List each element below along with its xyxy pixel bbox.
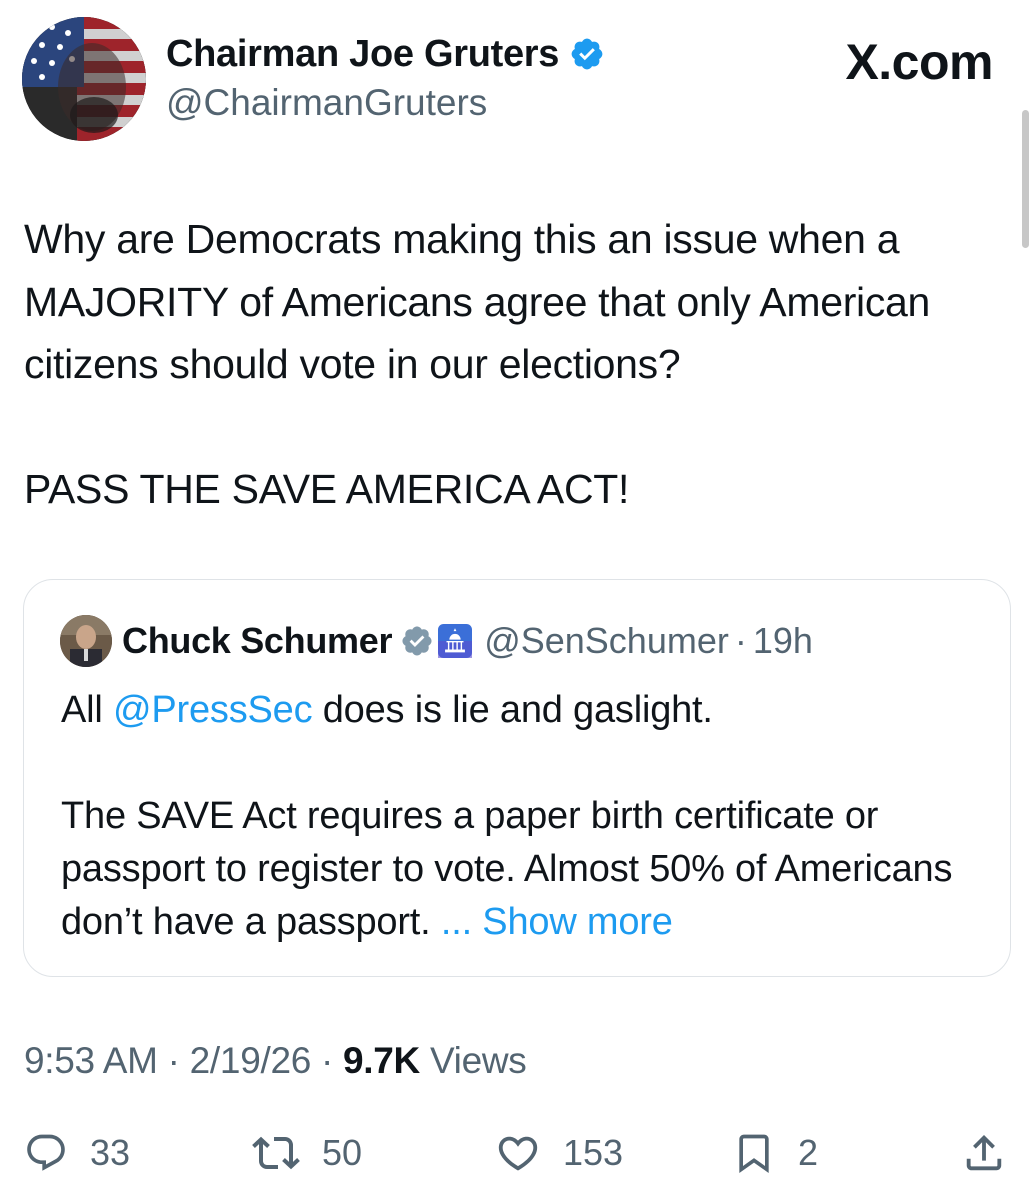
like-count: 153: [563, 1132, 624, 1173]
author-handle[interactable]: @ChairmanGruters: [166, 82, 487, 124]
author-name[interactable]: Chairman Joe Gruters: [166, 33, 559, 76]
quote-text: All @PressSec does is lie and gaslight. …: [61, 684, 991, 949]
quote-author-avatar[interactable]: [60, 615, 112, 667]
author-name-row[interactable]: Chairman Joe Gruters: [166, 30, 605, 78]
quote-avatar-image: [60, 615, 112, 667]
bookmark-button[interactable]: 2: [732, 1128, 818, 1178]
quote-author-handle[interactable]: @SenSchumer: [484, 620, 729, 662]
views-label: Views: [429, 1040, 527, 1081]
heart-icon: [498, 1136, 538, 1171]
quote-text-suffix: does is lie and gaslight.: [312, 689, 713, 731]
quote-tweet-card[interactable]: Chuck Schumer @SenSchumer · 19h All @Pre…: [23, 579, 1011, 977]
tweet-time[interactable]: 9:53 AM: [24, 1040, 158, 1081]
like-button[interactable]: 153: [495, 1128, 623, 1178]
quote-header: Chuck Schumer @SenSchumer · 19h: [60, 614, 813, 668]
verified-gray-badge-icon: [402, 626, 432, 656]
quote-text-prefix: All: [61, 689, 113, 731]
meta-separator-1: ·: [167, 1040, 180, 1081]
scrollbar[interactable]: [1022, 110, 1029, 248]
repost-button[interactable]: 50: [252, 1128, 362, 1178]
bookmark-count: 2: [798, 1132, 819, 1173]
repost-icon: [252, 1136, 300, 1170]
reply-button[interactable]: 33: [24, 1128, 130, 1178]
quote-author-name[interactable]: Chuck Schumer: [122, 620, 392, 662]
meta-separator-2: ·: [321, 1040, 334, 1081]
views-count: 9.7K: [343, 1040, 420, 1081]
tweet-text: Why are Democrats making this an issue w…: [24, 216, 931, 512]
show-more-link[interactable]: ... Show more: [441, 901, 673, 943]
share-icon: [966, 1134, 1002, 1171]
tweet-date[interactable]: 2/19/26: [190, 1040, 312, 1081]
quote-paragraph-1: All @PressSec does is lie and gaslight.: [61, 684, 991, 737]
quote-separator: ·: [734, 620, 747, 661]
reply-icon: [27, 1134, 65, 1171]
author-avatar[interactable]: [22, 17, 146, 141]
capitol-badge-icon: [438, 624, 473, 658]
tweet-meta: 9:53 AM · 2/19/26 · 9.7K Views: [24, 1040, 527, 1082]
author-avatar-image: [22, 17, 146, 141]
repost-count: 50: [322, 1132, 363, 1173]
verified-badge-icon: [571, 38, 603, 70]
reply-count: 33: [90, 1132, 131, 1173]
mention-link[interactable]: @PressSec: [113, 689, 313, 731]
bookmark-icon: [739, 1134, 769, 1174]
quote-timestamp[interactable]: 19h: [753, 620, 813, 662]
quote-paragraph-2: The SAVE Act requires a paper birth cert…: [61, 790, 991, 949]
x-watermark-logo: X.com: [845, 34, 993, 90]
share-button[interactable]: [961, 1128, 1007, 1178]
